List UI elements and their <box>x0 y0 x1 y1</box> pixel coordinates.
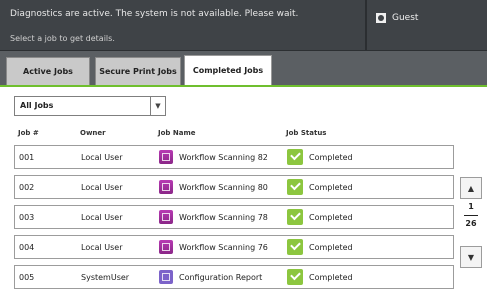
column-header-owner: Owner <box>80 129 106 137</box>
system-status-message: Diagnostics are active. The system is no… <box>10 9 299 19</box>
table-row[interactable]: 003 Local User Workflow Scanning 78 Comp… <box>14 205 454 229</box>
job-list-panel: All Jobs ▼ Job # Owner Job Name Job Stat… <box>0 85 487 300</box>
job-filter-dropdown[interactable]: All Jobs ▼ <box>14 96 166 116</box>
status-bar: Diagnostics are active. The system is no… <box>0 0 487 51</box>
job-name: Workflow Scanning 78 <box>179 213 268 222</box>
job-filter-value: All Jobs <box>20 101 54 110</box>
checkmark-icon <box>287 149 303 165</box>
header-divider <box>365 0 367 50</box>
job-name: Workflow Scanning 82 <box>179 153 268 162</box>
job-owner: SystemUser <box>81 273 130 282</box>
job-name: Configuration Report <box>179 273 263 282</box>
job-name: Workflow Scanning 80 <box>179 183 268 192</box>
tab-secure-print-jobs[interactable]: Secure Print Jobs <box>95 57 181 85</box>
table-row[interactable]: 001 Local User Workflow Scanning 82 Comp… <box>14 145 454 169</box>
page-scroller: ▲ 1 26 ▼ <box>460 177 482 268</box>
job-number: 004 <box>19 243 35 252</box>
total-pages: 26 <box>465 219 477 228</box>
scroll-up-button[interactable]: ▲ <box>460 177 482 199</box>
table-row[interactable]: 005 SystemUser Configuration Report Comp… <box>14 265 454 289</box>
job-number: 005 <box>19 273 35 282</box>
chevron-down-icon[interactable]: ▼ <box>150 97 165 115</box>
column-header-job-number: Job # <box>18 129 39 137</box>
current-page: 1 <box>468 202 474 211</box>
user-icon <box>376 13 386 23</box>
checkmark-icon <box>287 269 303 285</box>
scan-document-icon <box>159 240 173 254</box>
job-name: Workflow Scanning 76 <box>179 243 268 252</box>
print-report-icon <box>159 270 173 284</box>
column-header-job-name: Job Name <box>158 129 196 137</box>
checkmark-icon <box>287 209 303 225</box>
scan-document-icon <box>159 180 173 194</box>
arrow-up-icon: ▲ <box>467 183 475 193</box>
job-owner: Local User <box>81 153 123 162</box>
job-number: 003 <box>19 213 35 222</box>
scan-document-icon <box>159 210 173 224</box>
job-owner: Local User <box>81 243 123 252</box>
job-status: Completed <box>309 153 353 162</box>
checkmark-icon <box>287 179 303 195</box>
table-header: Job # Owner Job Name Job Status <box>14 129 454 141</box>
job-status: Completed <box>309 213 353 222</box>
scan-document-icon <box>159 150 173 164</box>
tab-completed-jobs[interactable]: Completed Jobs <box>184 55 272 85</box>
user-login-button[interactable]: Guest <box>376 13 418 23</box>
table-row[interactable]: 002 Local User Workflow Scanning 80 Comp… <box>14 175 454 199</box>
table-row[interactable]: 004 Local User Workflow Scanning 76 Comp… <box>14 235 454 259</box>
job-owner: Local User <box>81 213 123 222</box>
job-number: 002 <box>19 183 35 192</box>
job-number: 001 <box>19 153 35 162</box>
tab-bar: Active Jobs Secure Print Jobs Completed … <box>0 51 487 85</box>
instruction-hint: Select a job to get details. <box>10 34 115 43</box>
page-separator <box>464 215 478 216</box>
scroll-down-button[interactable]: ▼ <box>460 246 482 268</box>
column-header-job-status: Job Status <box>286 129 327 137</box>
job-status: Completed <box>309 243 353 252</box>
job-status: Completed <box>309 183 353 192</box>
job-owner: Local User <box>81 183 123 192</box>
tab-active-jobs[interactable]: Active Jobs <box>6 57 90 85</box>
page-indicator: 1 26 <box>460 201 482 245</box>
checkmark-icon <box>287 239 303 255</box>
arrow-down-icon: ▼ <box>467 252 475 262</box>
user-name: Guest <box>392 13 419 23</box>
job-status: Completed <box>309 273 353 282</box>
